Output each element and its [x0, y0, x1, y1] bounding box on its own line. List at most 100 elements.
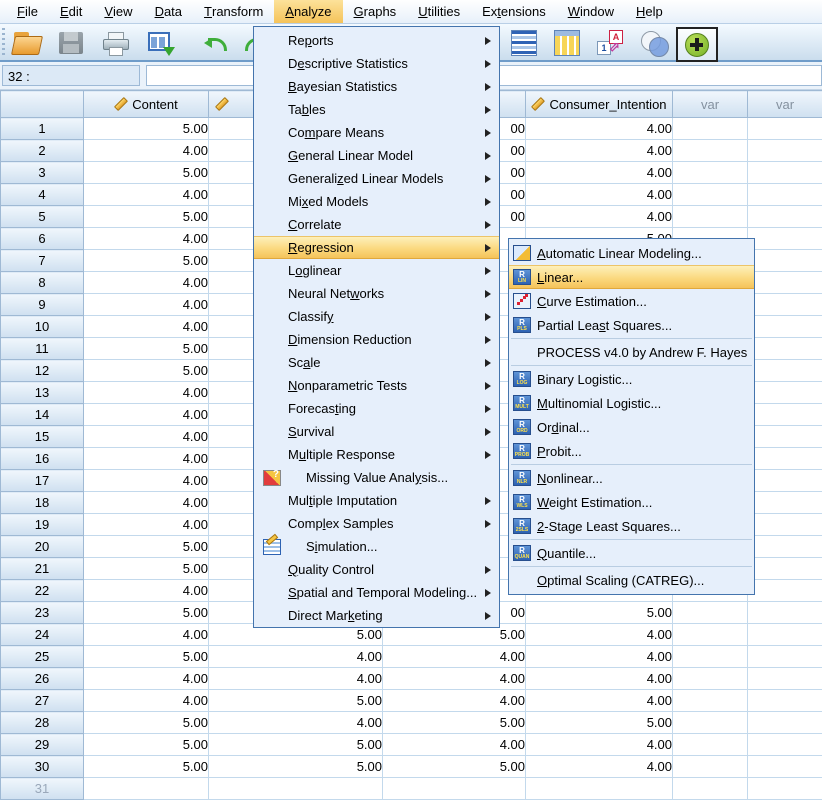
row-number[interactable]: 1	[1, 118, 84, 140]
data-cell[interactable]: 4.00	[84, 624, 209, 646]
value-labels-button[interactable]: 1A⬀	[592, 27, 630, 58]
menu-item-regression[interactable]: Regression	[254, 236, 499, 259]
data-cell[interactable]: 4.00	[209, 646, 383, 668]
menubar-item-help[interactable]: Help	[625, 0, 674, 23]
data-cell[interactable]	[673, 734, 748, 756]
menu-item-nonparametric-tests[interactable]: Nonparametric Tests	[254, 374, 499, 397]
data-cell[interactable]	[673, 778, 748, 800]
data-cell[interactable]	[673, 756, 748, 778]
data-cell[interactable]: 4.00	[84, 580, 209, 602]
data-cell[interactable]: 5.00	[209, 690, 383, 712]
data-cell[interactable]	[673, 118, 748, 140]
data-cell[interactable]	[673, 162, 748, 184]
menubar-item-edit[interactable]: Edit	[49, 0, 93, 23]
data-cell[interactable]	[748, 360, 822, 382]
data-cell[interactable]	[748, 514, 822, 536]
menu-item-curve-estimation[interactable]: Curve Estimation...	[509, 289, 754, 313]
corner-cell[interactable]	[1, 91, 84, 118]
menu-item-reports[interactable]: Reports	[254, 29, 499, 52]
data-cell[interactable]: 5.00	[383, 756, 526, 778]
row-number[interactable]: 30	[1, 756, 84, 778]
menubar-item-view[interactable]: View	[93, 0, 143, 23]
data-cell[interactable]	[748, 118, 822, 140]
recall-dialogs-button[interactable]	[142, 27, 180, 58]
menu-item-dimension-reduction[interactable]: Dimension Reduction	[254, 328, 499, 351]
data-cell[interactable]	[209, 778, 383, 800]
row-number[interactable]: 19	[1, 514, 84, 536]
data-cell[interactable]: 5.00	[84, 338, 209, 360]
data-cell[interactable]: 5.00	[84, 250, 209, 272]
menubar-item-analyze[interactable]: Analyze	[274, 0, 342, 23]
row-number[interactable]: 4	[1, 184, 84, 206]
column-header-var[interactable]: var	[673, 91, 748, 118]
data-cell[interactable]	[84, 778, 209, 800]
toolbar-drag-handle[interactable]	[2, 28, 5, 56]
use-variable-sets-button[interactable]	[636, 27, 674, 58]
menubar-item-graphs[interactable]: Graphs	[343, 0, 408, 23]
data-cell[interactable]: 5.00	[84, 646, 209, 668]
data-cell[interactable]: 4.00	[526, 646, 673, 668]
row-number[interactable]: 18	[1, 492, 84, 514]
data-cell[interactable]	[383, 778, 526, 800]
menu-item-linear[interactable]: RLINLinear...	[509, 265, 754, 289]
data-cell[interactable]	[673, 624, 748, 646]
data-cell[interactable]: 4.00	[526, 162, 673, 184]
menu-item-ordinal[interactable]: RORDOrdinal...	[509, 415, 754, 439]
row-number[interactable]: 31	[1, 778, 84, 800]
row-number[interactable]: 25	[1, 646, 84, 668]
menu-item-loglinear[interactable]: Loglinear	[254, 259, 499, 282]
data-cell[interactable]: 5.00	[84, 536, 209, 558]
data-cell[interactable]: 5.00	[526, 712, 673, 734]
data-cell[interactable]: 4.00	[526, 690, 673, 712]
row-number[interactable]: 10	[1, 316, 84, 338]
menu-item-correlate[interactable]: Correlate	[254, 213, 499, 236]
data-cell[interactable]: 4.00	[526, 624, 673, 646]
menu-item-partial-least-squares[interactable]: RPLSPartial Least Squares...	[509, 313, 754, 337]
row-number[interactable]: 21	[1, 558, 84, 580]
row-number[interactable]: 9	[1, 294, 84, 316]
data-cell[interactable]	[748, 492, 822, 514]
open-file-button[interactable]	[8, 27, 46, 58]
menu-item-automatic-linear-modeling[interactable]: Automatic Linear Modeling...	[509, 241, 754, 265]
menu-item-complex-samples[interactable]: Complex Samples	[254, 512, 499, 535]
menu-item-quality-control[interactable]: Quality Control	[254, 558, 499, 581]
print-button[interactable]	[96, 27, 134, 58]
data-cell[interactable]	[748, 448, 822, 470]
menu-item-bayesian-statistics[interactable]: Bayesian Statistics	[254, 75, 499, 98]
menu-item-multiple-response[interactable]: Multiple Response	[254, 443, 499, 466]
data-cell[interactable]: 4.00	[383, 668, 526, 690]
menu-item-weight-estimation[interactable]: RWLSWeight Estimation...	[509, 490, 754, 514]
menu-item-process-v4-0-by-andrew-f-hayes[interactable]: PROCESS v4.0 by Andrew F. Hayes	[509, 340, 754, 364]
row-number[interactable]: 23	[1, 602, 84, 624]
row-number[interactable]: 3	[1, 162, 84, 184]
data-cell[interactable]: 5.00	[383, 712, 526, 734]
data-cell[interactable]: 4.00	[84, 140, 209, 162]
data-cell[interactable]	[748, 140, 822, 162]
column-header-consumer_intention[interactable]: Consumer_Intention	[526, 91, 673, 118]
data-cell[interactable]: 4.00	[526, 206, 673, 228]
data-cell[interactable]: 5.00	[84, 734, 209, 756]
row-number[interactable]: 6	[1, 228, 84, 250]
menu-item-neural-networks[interactable]: Neural Networks	[254, 282, 499, 305]
data-cell[interactable]: 5.00	[84, 206, 209, 228]
split-file-button[interactable]	[505, 27, 543, 58]
menu-item-quantile[interactable]: RQUANQuantile...	[509, 541, 754, 565]
data-cell[interactable]: 4.00	[526, 756, 673, 778]
menu-item-scale[interactable]: Scale	[254, 351, 499, 374]
data-cell[interactable]: 4.00	[84, 470, 209, 492]
menubar-item-utilities[interactable]: Utilities	[407, 0, 471, 23]
data-cell[interactable]: 4.00	[526, 140, 673, 162]
data-cell[interactable]	[748, 602, 822, 624]
row-number[interactable]: 20	[1, 536, 84, 558]
data-cell[interactable]	[673, 184, 748, 206]
data-cell[interactable]: 4.00	[84, 668, 209, 690]
row-number[interactable]: 22	[1, 580, 84, 602]
menu-item-binary-logistic[interactable]: RLOGBinary Logistic...	[509, 367, 754, 391]
row-number[interactable]: 17	[1, 470, 84, 492]
data-cell[interactable]	[748, 382, 822, 404]
data-cell[interactable]	[748, 536, 822, 558]
data-cell[interactable]: 4.00	[84, 404, 209, 426]
data-cell[interactable]	[748, 294, 822, 316]
data-cell[interactable]	[748, 404, 822, 426]
menubar-item-file[interactable]: File	[6, 0, 49, 23]
